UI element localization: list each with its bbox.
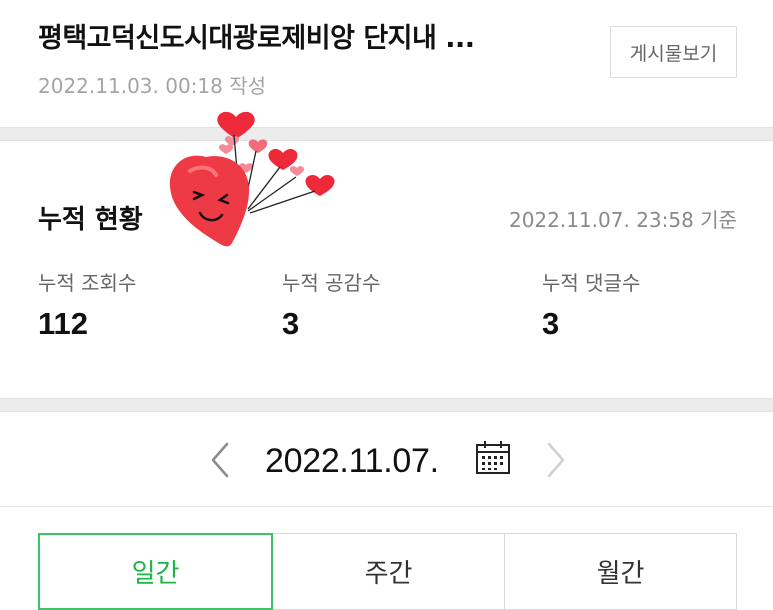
heart-sticker-icon <box>169 111 335 247</box>
stat-likes-value: 3 <box>282 306 300 341</box>
cumulative-stats-section: 누적 현황 2022.11.07. 23:58 기준 누적 조회수 112 누적… <box>0 141 773 398</box>
stat-views-label: 누적 조회수 <box>38 271 137 295</box>
post-header: 평택고덕신도시대광로제비앙 단지내 ... 2022.11.03. 00:18 … <box>0 0 773 127</box>
stat-views-value: 112 <box>38 306 89 341</box>
stat-views: 누적 조회수 112 <box>38 267 136 342</box>
date-navigator: 2022.11.07. <box>0 412 773 507</box>
calendar-icon[interactable] <box>474 439 512 477</box>
chevron-right-icon[interactable] <box>541 440 571 480</box>
view-post-button[interactable]: 게시물보기 <box>610 26 737 78</box>
section-divider <box>0 127 773 141</box>
post-title: 평택고덕신도시대광로제비앙 단지내 ... <box>38 23 475 54</box>
tab-weekly[interactable]: 주간 <box>273 533 505 610</box>
stat-comments: 누적 댓글수 3 <box>542 267 640 342</box>
period-tabs: 일간 주간 월간 <box>38 533 737 610</box>
tab-daily[interactable]: 일간 <box>38 533 273 610</box>
current-date: 2022.11.07. <box>265 442 439 480</box>
stat-likes-label: 누적 공감수 <box>282 271 381 295</box>
section-divider <box>0 398 773 412</box>
stat-comments-label: 누적 댓글수 <box>542 271 641 295</box>
tab-monthly[interactable]: 월간 <box>505 533 737 610</box>
stat-likes: 누적 공감수 3 <box>282 267 380 342</box>
stat-comments-value: 3 <box>542 306 560 341</box>
cumulative-basis-time: 2022.11.07. 23:58 기준 <box>508 208 737 232</box>
chevron-left-icon[interactable] <box>205 440 235 480</box>
cumulative-title: 누적 현황 <box>38 205 143 235</box>
